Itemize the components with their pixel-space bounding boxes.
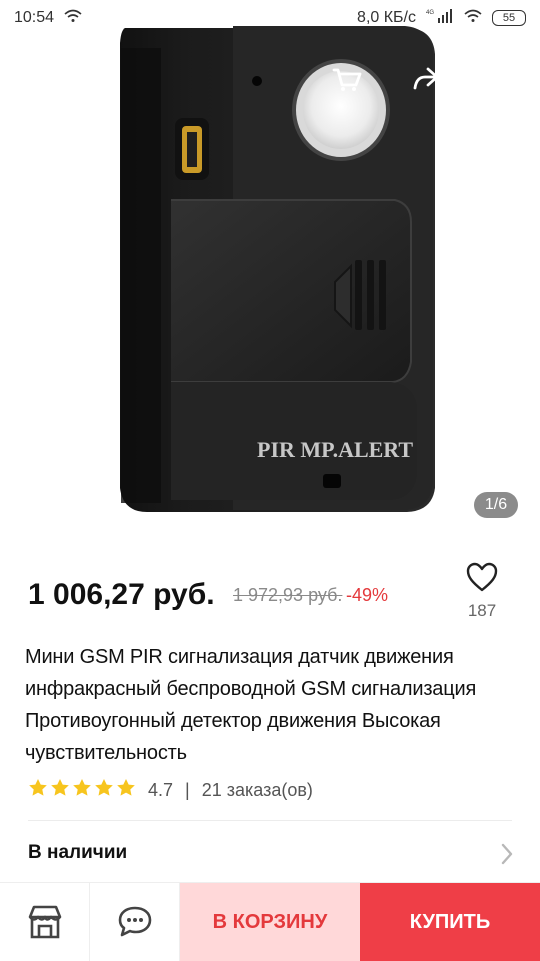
orders-count: 21 заказа(ов): [201, 780, 313, 800]
current-price: 1 006,27 руб.: [28, 578, 215, 611]
network-label: 4G: [426, 10, 434, 16]
wifi-right-icon: [464, 9, 482, 28]
cart-icon[interactable]: [318, 50, 374, 106]
add-to-cart-button[interactable]: В КОРЗИНУ: [180, 883, 360, 961]
price-row: 1 006,27 руб. 1 972,93 руб. -49% 187: [28, 562, 508, 630]
rating-stars: [28, 778, 136, 803]
bottom-action-bar: В КОРЗИНУ КУПИТЬ: [0, 882, 540, 961]
chevron-right-icon[interactable]: [500, 842, 514, 871]
buy-now-button[interactable]: КУПИТЬ: [360, 883, 540, 961]
star-icon: [28, 778, 48, 803]
star-icon: [50, 778, 70, 803]
share-icon[interactable]: [397, 50, 453, 106]
product-topbar: [0, 36, 540, 120]
status-bar: 10:54 8,0 КБ/с 4G 55: [0, 0, 540, 36]
battery-icon: 55: [492, 10, 526, 26]
signal-icon: 4G: [426, 8, 454, 29]
star-icon: [94, 778, 114, 803]
more-icon[interactable]: [475, 50, 531, 106]
status-left: 10:54: [14, 9, 82, 28]
wifi-icon: [64, 9, 82, 28]
product-image-area[interactable]: 10:54 8,0 КБ/с 4G 55 PIR MP.ALERT 1/6: [0, 0, 540, 540]
section-divider: [28, 820, 512, 821]
chat-button[interactable]: [90, 883, 180, 961]
wishlist-count: 187: [467, 601, 497, 620]
star-icon: [72, 778, 92, 803]
image-counter: 1/6: [474, 492, 518, 518]
back-arrow-icon[interactable]: [14, 50, 70, 106]
heart-icon[interactable]: [465, 562, 499, 598]
status-time: 10:54: [14, 9, 55, 26]
store-button[interactable]: [0, 883, 90, 961]
discount-badge: -49%: [346, 585, 389, 605]
rating-value: 4.7: [148, 780, 174, 800]
network-speed: 8,0 КБ/с: [357, 9, 416, 26]
old-price: 1 972,93 руб.: [233, 585, 343, 605]
rating-separator: |: [185, 780, 190, 800]
status-right: 8,0 КБ/с 4G 55: [357, 8, 526, 29]
rating-row[interactable]: 4.7 | 21 заказа(ов): [28, 778, 313, 803]
wishlist-button[interactable]: 187: [462, 562, 502, 621]
store-icon: [28, 905, 61, 939]
star-icon: [116, 778, 136, 803]
chat-icon: [118, 906, 151, 937]
product-title: Мини GSM PIR сигнализация датчик движени…: [25, 646, 477, 764]
device-label: PIR MP.ALERT: [257, 437, 413, 462]
availability-label[interactable]: В наличии: [28, 842, 127, 864]
